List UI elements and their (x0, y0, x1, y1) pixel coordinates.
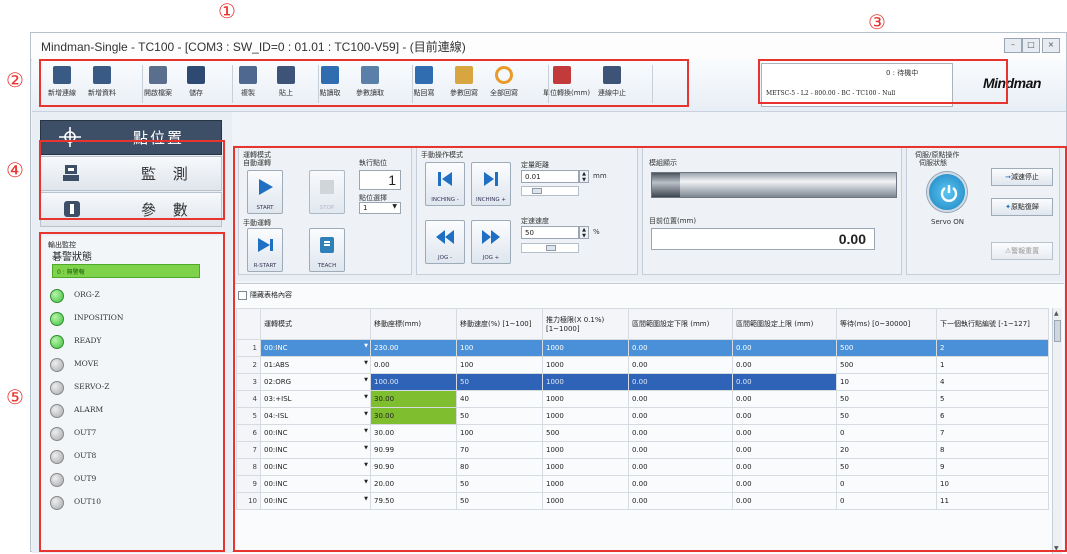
annotation-box-main (233, 146, 1067, 552)
close-button[interactable]: × (1042, 38, 1060, 53)
title-bar: Mindman-Single - TC100 - [COM3 : SW_ID=0… (31, 33, 1066, 60)
marker-1: ① (218, 0, 236, 23)
marker-4: ④ (6, 158, 24, 182)
annotation-box-monitor (39, 232, 225, 552)
window-title: Mindman-Single - TC100 - [COM3 : SW_ID=0… (41, 40, 466, 54)
annotation-box-status (758, 59, 1008, 104)
annotation-box-toolbar (39, 59, 689, 107)
marker-2: ② (6, 68, 24, 92)
marker-3: ③ (868, 10, 886, 34)
annotation-box-nav (39, 140, 225, 220)
marker-5: ⑤ (6, 385, 24, 409)
minimize-button[interactable]: – (1004, 38, 1022, 53)
maximize-button[interactable]: □ (1022, 38, 1040, 53)
